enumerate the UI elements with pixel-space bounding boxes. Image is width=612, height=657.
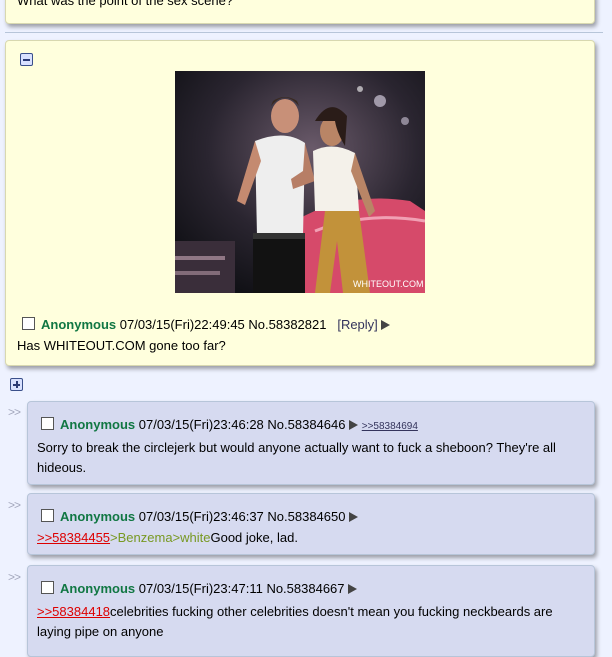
poster-name: Anonymous [60, 581, 136, 596]
poster-name: Anonymous [41, 317, 117, 332]
reply-button[interactable]: [Reply] [337, 317, 377, 332]
post-number[interactable]: No.58384667 [266, 581, 344, 596]
poster-name: Anonymous [60, 417, 136, 432]
menu-arrow-icon[interactable] [348, 584, 358, 594]
plus-icon[interactable] [10, 378, 23, 391]
previous-post-text: What was the point of the sex scene? [17, 0, 234, 8]
checkbox-icon[interactable] [41, 509, 54, 522]
separator [5, 32, 603, 33]
op-header: Anonymous 07/03/15(Fri)22:49:45 No.58382… [22, 317, 391, 332]
post-datetime: 07/03/15(Fri)22:49:45 [119, 317, 245, 332]
post-number[interactable]: No.58382821 [248, 317, 326, 332]
message-line: hideous. [37, 460, 87, 475]
photo-graphic: WHITEOUT.COM [175, 71, 425, 293]
checkbox-icon[interactable] [41, 417, 54, 430]
quote-link[interactable]: >>58384455 [37, 530, 110, 545]
message-text: celebrities fucking other celebrities do… [110, 604, 553, 619]
post-datetime: 07/03/15(Fri)23:47:11 [138, 581, 263, 596]
minus-icon[interactable] [20, 53, 33, 66]
menu-arrow-icon[interactable] [349, 420, 359, 430]
message-line: Sorry to break the circlejerk but would … [37, 440, 556, 455]
reply-header: Anonymous 07/03/15(Fri)23:47:11 No.58384… [41, 581, 358, 596]
reply-arrows: >> [8, 405, 21, 419]
previous-post: What was the point of the sex scene? [5, 0, 595, 24]
reply-header: Anonymous 07/03/15(Fri)23:46:28 No.58384… [41, 417, 418, 432]
backlink[interactable]: >>58384694 [362, 421, 418, 432]
reply-arrows: >> [8, 570, 21, 584]
greentext: >Benzema>white [110, 530, 211, 545]
reply-post: Anonymous 07/03/15(Fri)23:46:37 No.58384… [27, 493, 595, 555]
reply-message: >>58384418celebrities fucking other cele… [37, 602, 553, 642]
quote-link[interactable]: >>58384418 [37, 604, 110, 619]
post-datetime: 07/03/15(Fri)23:46:28 [138, 417, 264, 432]
poster-name: Anonymous [60, 509, 136, 524]
message-text: Good joke, lad. [210, 530, 298, 545]
reply-message: Sorry to break the circlejerk but would … [37, 438, 556, 478]
post-image[interactable]: WHITEOUT.COM [175, 71, 425, 293]
checkbox-icon[interactable] [22, 317, 35, 330]
post-number[interactable]: No.58384646 [267, 417, 345, 432]
message-line: laying pipe on anyone [37, 624, 164, 639]
post-number[interactable]: No.58384650 [267, 509, 345, 524]
menu-arrow-icon[interactable] [349, 512, 359, 522]
image-watermark: WHITEOUT.COM [353, 279, 424, 289]
op-message: Has WHITEOUT.COM gone too far? [17, 338, 226, 353]
post-datetime: 07/03/15(Fri)23:46:37 [138, 509, 264, 524]
reply-header: Anonymous 07/03/15(Fri)23:46:37 No.58384… [41, 509, 359, 524]
reply-arrows: >> [8, 498, 21, 512]
reply-message: >>58384455>Benzema>whiteGood joke, lad. [37, 530, 298, 545]
menu-arrow-icon[interactable] [381, 320, 391, 330]
reply-post: Anonymous 07/03/15(Fri)23:46:28 No.58384… [27, 401, 595, 485]
reply-post: Anonymous 07/03/15(Fri)23:47:11 No.58384… [27, 565, 595, 657]
checkbox-icon[interactable] [41, 581, 54, 594]
